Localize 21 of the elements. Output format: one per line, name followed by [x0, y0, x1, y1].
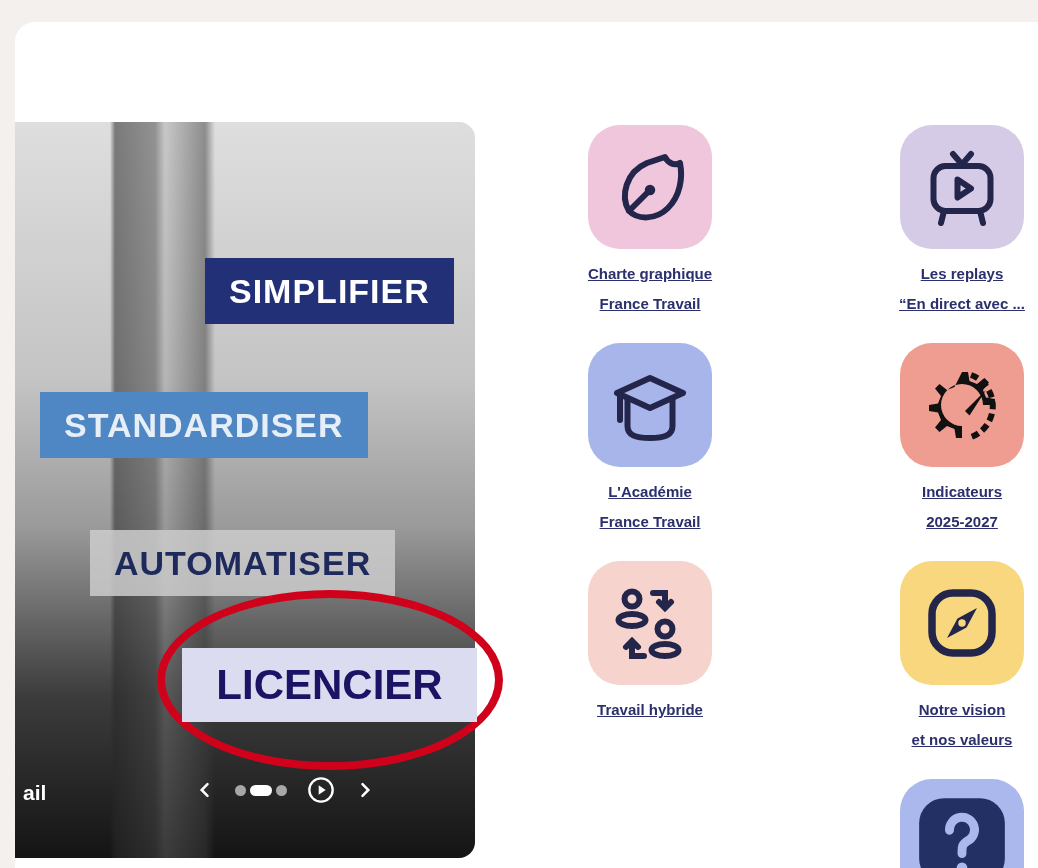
icon-tile[interactable]	[588, 561, 712, 685]
icon-tile[interactable]	[900, 125, 1024, 249]
tile-link[interactable]: Indicateurs 2025-2027	[922, 477, 1002, 537]
icon-tile[interactable]	[588, 343, 712, 467]
icon-tile[interactable]	[900, 561, 1024, 685]
slide-banner: AUTOMATISER	[90, 530, 396, 596]
icon-tile[interactable]	[900, 779, 1024, 868]
tile-link[interactable]: Charte graphique France Travail	[587, 259, 713, 319]
tile-link[interactable]: Notre vision et nos valeurs	[911, 695, 1013, 755]
annotation-label: LICENCIER	[182, 648, 477, 722]
slide-banner: STANDARDISER	[40, 392, 368, 458]
slide-banner: SIMPLIFIER	[205, 258, 454, 324]
tile-link[interactable]: L'Académie France Travail	[599, 477, 701, 537]
play-icon[interactable]	[307, 776, 335, 804]
tile-link[interactable]: Travail hybride	[597, 695, 703, 725]
carousel-dot[interactable]	[235, 784, 246, 796]
carousel-dot[interactable]	[276, 784, 287, 796]
icon-tile[interactable]	[900, 343, 1024, 467]
tile-link[interactable]: Les replays “En direct avec ...	[899, 259, 1025, 319]
slide-caption: ail	[23, 780, 47, 806]
icon-tile[interactable]	[588, 125, 712, 249]
